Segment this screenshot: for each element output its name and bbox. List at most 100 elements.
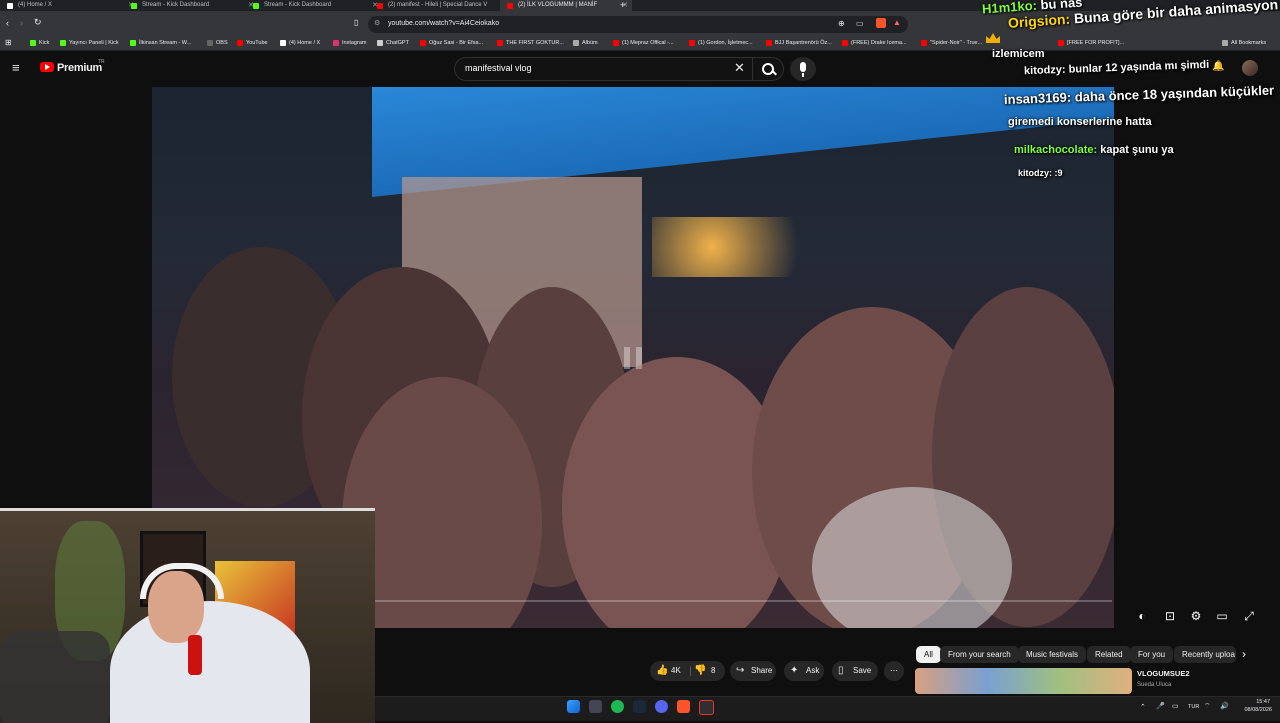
chair <box>0 631 110 723</box>
instagram-icon <box>333 40 339 46</box>
browser-tab[interactable]: Stream - Kick Dashboard ✕ <box>124 0 258 11</box>
chip-recently-uploaded[interactable]: Recently uploa <box>1174 646 1236 663</box>
save-button[interactable]: ▯ Save <box>832 661 878 681</box>
back-icon[interactable]: ‹ <box>6 18 9 28</box>
bookmark-item[interactable]: OBS <box>207 38 228 48</box>
pause-icon[interactable] <box>624 347 644 369</box>
obs-icon[interactable] <box>699 700 714 715</box>
bookmark-item[interactable]: (1) Gordon, İşletmec... <box>689 38 753 48</box>
clock-date[interactable]: 08/08/2026 <box>1236 707 1272 713</box>
browser-tab[interactable]: (2) manifest - Hileli | Special Dance V✕ <box>370 0 512 11</box>
youtube-premium-label[interactable]: Premium <box>57 62 102 74</box>
bookmark-item[interactable]: THE FIRST GOKTUR... <box>497 38 564 48</box>
network-icon[interactable]: ▭ <box>1172 702 1179 710</box>
url-text: youtube.com/watch?v=Ai4Ceiokako <box>388 20 500 27</box>
youtube-logo-icon[interactable] <box>40 62 54 72</box>
bookmark-item[interactable]: BJJ Başantrenörü Öz... <box>766 38 832 48</box>
bookmark-item[interactable]: Oğuz Sasi - Bir Efsa... <box>420 38 483 48</box>
apps-grid-icon[interactable]: ⊞ <box>5 38 12 47</box>
menu-icon[interactable]: ≡ <box>12 61 20 75</box>
captions-icon[interactable]: ⊡ <box>1162 608 1178 624</box>
bookmark-item[interactable]: YouTube <box>237 38 268 48</box>
brave-shield-icon[interactable] <box>876 18 886 28</box>
cast-icon[interactable]: ▭ <box>856 19 864 28</box>
youtube-icon <box>420 40 426 46</box>
chat-message: giremedi konserlerine hatta <box>1008 116 1152 128</box>
site-info-icon[interactable]: ⚙ <box>374 19 380 27</box>
all-bookmarks[interactable]: All Bookmarks <box>1222 38 1266 48</box>
like-dislike-group: 👍 4K 👎 8 <box>650 661 725 681</box>
settings-gear-icon[interactable]: ⚙ <box>1188 608 1204 624</box>
microphone-icon <box>800 62 806 72</box>
brave-icon[interactable] <box>677 700 690 713</box>
chip-related[interactable]: Related <box>1087 646 1131 663</box>
new-tab-icon[interactable]: + <box>620 0 625 11</box>
chevron-right-icon[interactable]: › <box>1242 647 1246 661</box>
kick-icon <box>130 40 136 46</box>
search-icon <box>762 63 774 75</box>
country-badge: TR <box>98 59 105 65</box>
bookmark-item[interactable]: Yayıncı Paneli | Kick <box>60 38 119 48</box>
chip-all[interactable]: All <box>916 646 941 663</box>
x-icon <box>280 40 286 46</box>
voice-search-button[interactable] <box>790 57 816 81</box>
bookmark-item[interactable]: (1) Mepraz Offical -... <box>613 38 674 48</box>
zoom-icon[interactable]: ⊕ <box>838 19 845 28</box>
chip-for-you[interactable]: For you <box>1130 646 1174 663</box>
browser-tab[interactable]: (4) Home / X✕ <box>0 0 138 11</box>
thumbs-down-icon[interactable]: 👎 <box>694 661 706 681</box>
clock-time[interactable]: 15:47 <box>1240 699 1270 705</box>
bookmark-item[interactable]: "Spider-Noir" - True... <box>921 38 982 48</box>
bookmark-item[interactable]: (4) Home / X <box>280 38 320 48</box>
forward-icon[interactable]: › <box>20 18 23 28</box>
share-icon: ↪ <box>736 665 745 676</box>
chip-music-festivals[interactable]: Music festivals <box>1018 646 1087 663</box>
chip-from-your-search[interactable]: From your search <box>940 646 1019 663</box>
browser-tab-active[interactable]: (2) İLK VLOGUMMM | MANİF ✕ <box>500 0 632 11</box>
bookmark-item[interactable]: İlkinsan Stream - W... <box>130 38 191 48</box>
like-count[interactable]: 4K <box>671 661 681 681</box>
recommended-channel[interactable]: Sueda Uluca <box>1137 682 1171 688</box>
browser-tab[interactable]: Stream - Kick Dashboard ✕ <box>246 0 382 11</box>
youtube-icon <box>497 40 503 46</box>
tray-chevron-icon[interactable]: ⌃ <box>1140 703 1146 711</box>
avatar[interactable] <box>1242 60 1258 76</box>
fullscreen-icon[interactable]: ⤢ <box>1241 608 1257 624</box>
chatgpt-icon <box>377 40 383 46</box>
bookmark-item[interactable]: (FREE) Drake Icema... <box>842 38 907 48</box>
volume-icon[interactable]: 🔊 <box>1220 702 1229 710</box>
bookmark-item[interactable]: Instagram <box>333 38 366 48</box>
ask-button[interactable]: ✦ Ask <box>784 661 824 681</box>
recommended-thumbnail[interactable] <box>915 668 1132 694</box>
dislike-count[interactable]: 8 <box>711 661 715 681</box>
youtube-icon <box>921 40 927 46</box>
video-frame-lights <box>652 217 852 277</box>
discord-icon[interactable] <box>655 700 668 713</box>
share-button[interactable]: ↪ Share <box>730 661 776 681</box>
recommended-title[interactable]: VLOGUMSUE2 <box>1137 669 1190 678</box>
search-button[interactable] <box>752 57 783 81</box>
bookmark-item[interactable]: [FREE FOR PROFIT]... <box>1058 38 1124 48</box>
youtube-icon <box>613 40 619 46</box>
bookmark-item[interactable]: ChatGPT <box>377 38 409 48</box>
reload-icon[interactable]: ↻ <box>34 17 42 28</box>
start-icon[interactable] <box>567 700 580 713</box>
youtube-icon <box>377 3 383 9</box>
thumbs-up-icon[interactable]: 👍 <box>656 661 668 681</box>
steam-icon[interactable] <box>633 700 646 713</box>
video-progress-bar[interactable] <box>375 600 1112 602</box>
more-actions-button[interactable]: ⋯ <box>884 661 904 681</box>
bookmark-page-icon[interactable]: ▯ <box>354 18 358 27</box>
autoplay-toggle-icon[interactable]: ◐ <box>1134 608 1150 624</box>
theater-mode-icon[interactable]: ▭ <box>1214 608 1230 624</box>
notifications-icon[interactable]: 🔔 <box>1212 61 1224 72</box>
task-view-icon[interactable] <box>589 700 602 713</box>
brave-rewards-icon[interactable]: ▲ <box>893 18 901 27</box>
bookmark-item[interactable]: Albüm <box>573 38 598 48</box>
spotify-icon[interactable] <box>611 700 624 713</box>
wifi-icon[interactable]: ⌔ <box>1204 702 1211 711</box>
bookmark-item[interactable]: Kick <box>30 38 49 48</box>
language-indicator[interactable]: TUR <box>1188 704 1199 710</box>
clear-search-icon[interactable]: ✕ <box>734 60 745 76</box>
mic-tray-icon[interactable]: 🎤 <box>1156 702 1165 710</box>
